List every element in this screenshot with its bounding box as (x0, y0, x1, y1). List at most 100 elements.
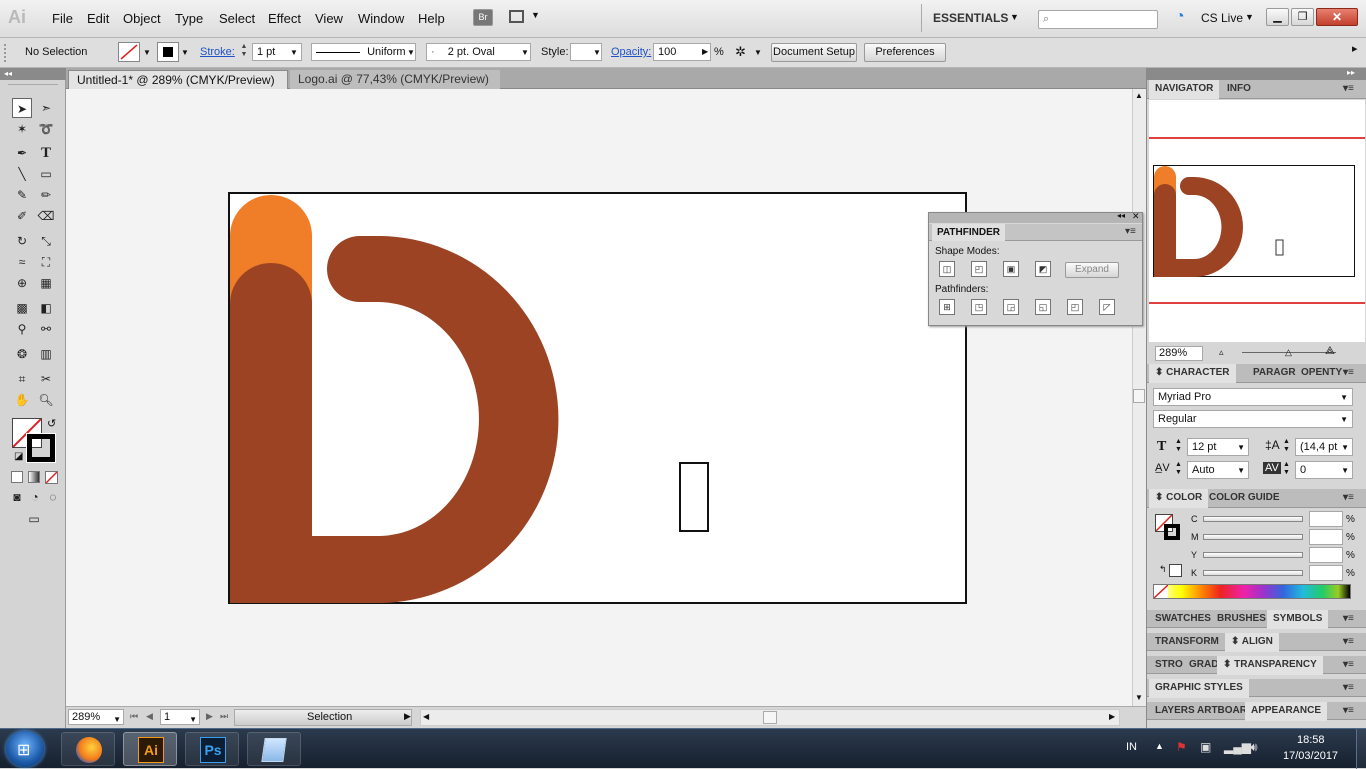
network-icon[interactable]: ▂▄▆ (1224, 740, 1251, 754)
leading-stepper[interactable]: ▲ ▼ (1283, 438, 1290, 454)
hand-tool-icon[interactable]: ✋ (12, 390, 32, 410)
arrange-documents-button[interactable]: ▼ (509, 9, 543, 26)
gradient-tool-icon[interactable]: ◧ (36, 298, 56, 318)
free-transform-tool-icon[interactable]: ⛶ (36, 252, 56, 272)
draw-behind-icon[interactable]: ◔ (27, 489, 43, 505)
zoom-tool-icon[interactable]: 🔍︎ (36, 390, 56, 410)
column-graph-tool-icon[interactable]: ▥ (36, 344, 56, 364)
blob-brush-tool-icon[interactable]: ✐ (12, 206, 32, 226)
pen-tool-icon[interactable]: ✒ (12, 143, 32, 163)
minus-front-icon[interactable]: ◰ (971, 261, 987, 277)
draw-normal-icon[interactable]: ◙ (9, 489, 25, 505)
taskbar-firefox[interactable] (61, 732, 115, 766)
chevron-down-icon[interactable]: ▼ (181, 48, 189, 57)
chevron-right-icon[interactable]: ▶ (1109, 712, 1115, 721)
variable-width-profile[interactable]: Uniform (311, 43, 416, 61)
symbol-sprayer-tool-icon[interactable]: ❂ (12, 344, 32, 364)
kerning-field[interactable]: Auto ▼ (1187, 461, 1249, 479)
status-menu-icon[interactable]: ▶ (404, 711, 411, 722)
last-artboard-icon[interactable]: ⏭ (220, 711, 228, 722)
none-swatch[interactable] (1153, 584, 1169, 599)
selection-tool-icon[interactable]: ➤ (12, 98, 32, 118)
chevron-down-icon[interactable]: ▼ (1135, 693, 1143, 702)
default-colors-icon[interactable]: ◪ (14, 451, 23, 462)
chevron-down-icon[interactable]: ▼ (143, 48, 151, 57)
bridge-button[interactable]: Br (473, 9, 493, 26)
device-icon[interactable]: ▣ (1200, 740, 1211, 754)
tab-opentype[interactable]: OPENTY (1295, 364, 1348, 383)
exclude-icon[interactable]: ◩ (1035, 261, 1051, 277)
swap-colors-icon[interactable]: ↺ (47, 417, 56, 430)
search-input[interactable]: ⌕ (1038, 10, 1158, 29)
panel-menu-icon[interactable]: ▾≡ (1343, 705, 1354, 716)
tab-paragraph[interactable]: PARAGR (1247, 364, 1302, 383)
next-artboard-icon[interactable]: ▶ (206, 711, 213, 722)
menu-window[interactable]: Window (358, 11, 404, 26)
channel-k-slider[interactable] (1203, 570, 1303, 576)
fill-swatch[interactable] (118, 42, 140, 62)
vertical-scrollbar[interactable]: ▲ ▼ (1132, 89, 1146, 706)
rectangle-tool-icon[interactable]: ▭ (36, 164, 56, 184)
mesh-tool-icon[interactable]: ▩ (12, 298, 32, 318)
stroke-label[interactable]: Stroke: (200, 46, 235, 58)
artboard-tool-icon[interactable]: ⌗ (12, 369, 32, 389)
panel-menu-icon[interactable]: ▾≡ (1343, 682, 1354, 693)
merge-icon[interactable]: ◲ (1003, 299, 1019, 315)
recolor-artwork-icon[interactable]: ✲ (735, 44, 746, 60)
status-info[interactable]: Selection (234, 709, 412, 726)
brush-definition[interactable]: · 2 pt. Oval (426, 43, 531, 61)
color-stroke-box[interactable] (1164, 524, 1180, 540)
chevron-up-icon[interactable]: ▲ (1135, 91, 1143, 100)
show-desktop-button[interactable] (1356, 729, 1366, 769)
show-hidden-icons[interactable]: ▲ (1155, 741, 1164, 751)
channel-m-field[interactable] (1309, 529, 1343, 545)
stroke-color-box[interactable] (26, 433, 56, 463)
clock-date[interactable]: 17/03/2017 (1283, 750, 1338, 762)
clock-time[interactable]: 18:58 (1297, 734, 1325, 746)
logo-artwork[interactable] (228, 192, 968, 606)
menu-file[interactable]: File (52, 11, 73, 26)
chevron-right-icon[interactable]: ▶ (702, 47, 708, 56)
tab-brushes[interactable]: BRUSHES (1211, 610, 1272, 629)
pencil-tool-icon[interactable]: ✏ (36, 185, 56, 205)
crop-icon[interactable]: ◱ (1035, 299, 1051, 315)
rotate-tool-icon[interactable]: ↻ (12, 231, 32, 251)
outline-icon[interactable]: ◰ (1067, 299, 1083, 315)
menu-object[interactable]: Object (123, 11, 161, 26)
chevron-down-icon[interactable]: ▼ (754, 48, 762, 57)
panel-menu-icon[interactable]: ▾≡ (1343, 492, 1354, 503)
color-mode-icon[interactable] (11, 471, 23, 483)
channel-y-field[interactable] (1309, 547, 1343, 563)
menu-effect[interactable]: Effect (268, 11, 301, 26)
minus-back-icon[interactable]: ◸ (1099, 299, 1115, 315)
panel-menu-icon[interactable]: ▾≡ (1343, 659, 1354, 670)
horizontal-scrollbar[interactable]: ◀ ▶ (420, 709, 1120, 726)
tab-color[interactable]: ⬍ COLOR (1149, 489, 1209, 508)
cslive-menu[interactable]: CS Live (1201, 11, 1243, 25)
color-spectrum-ramp[interactable] (1153, 584, 1351, 599)
zoom-level-field[interactable]: 289% ▼ (68, 709, 124, 725)
zoom-in-icon[interactable]: ⟁ (1325, 345, 1335, 358)
screen-mode-icon[interactable]: ▭ (23, 511, 45, 527)
tab-swatches[interactable]: SWATCHES (1149, 610, 1217, 629)
panel-titlebar[interactable]: ◂◂ ✕ (929, 211, 1142, 223)
tab-logo-ai[interactable]: Logo.ai @ 77,43% (CMYK/Preview)✕ (290, 70, 500, 99)
control-menu-icon[interactable]: ▸ (1352, 42, 1358, 55)
font-style-select[interactable]: Regular ▼ (1153, 410, 1353, 428)
channel-c-field[interactable] (1309, 511, 1343, 527)
zoom-slider-thumb[interactable]: △ (1285, 347, 1292, 358)
tab-symbols[interactable]: SYMBOLS (1267, 610, 1329, 629)
size-stepper[interactable]: ▲ ▼ (1175, 438, 1182, 454)
zoom-out-icon[interactable]: ▵ (1219, 347, 1224, 358)
document-setup-button[interactable]: Document Setup (771, 43, 857, 62)
perspective-grid-tool-icon[interactable]: ▦ (36, 273, 56, 293)
channel-k-field[interactable] (1309, 565, 1343, 581)
language-indicator[interactable]: IN (1126, 741, 1137, 753)
tracking-stepper[interactable]: ▲ ▼ (1283, 461, 1290, 477)
kerning-stepper[interactable]: ▲ ▼ (1175, 461, 1182, 477)
channel-m-slider[interactable] (1203, 534, 1303, 540)
warp-tool-icon[interactable]: ≈ (12, 252, 32, 272)
font-size-field[interactable]: 12 pt ▼ (1187, 438, 1249, 456)
draw-inside-icon[interactable]: ◌ (45, 489, 61, 505)
panel-menu-icon[interactable]: ▾≡ (1343, 636, 1354, 647)
